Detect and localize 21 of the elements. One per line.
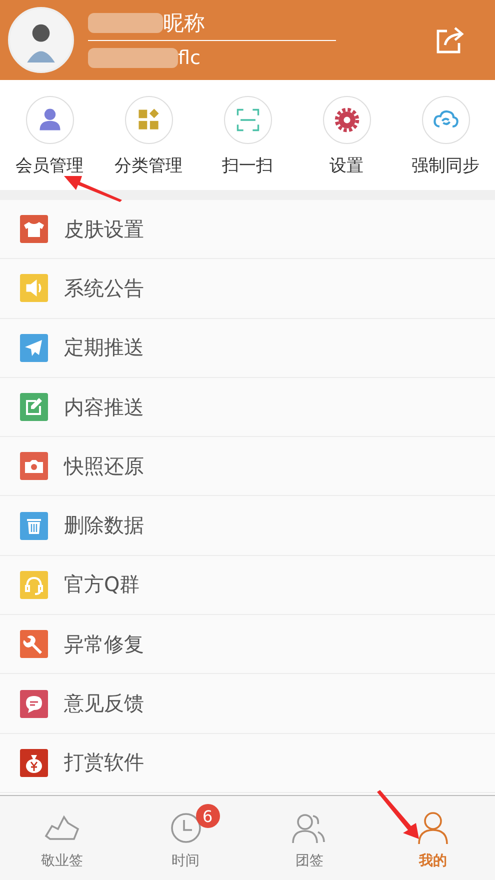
action-button[interactable] — [224, 96, 272, 144]
tab[interactable]: 敬业签 — [0, 796, 124, 880]
tab[interactable]: 6 时间 — [124, 796, 248, 880]
action-label: 会员管理 — [16, 155, 84, 177]
action-label: 分类管理 — [114, 155, 182, 177]
action-label: 强制同步 — [412, 155, 480, 177]
menu-item[interactable]: 定期推送 — [0, 318, 495, 378]
annotation-arrow — [375, 790, 420, 840]
action-button[interactable] — [26, 96, 74, 144]
nickname: 昵称 — [163, 10, 205, 36]
tab[interactable]: 团签 — [248, 796, 372, 880]
action-button[interactable] — [322, 96, 370, 144]
share-icon[interactable] — [435, 25, 465, 55]
notification-badge: 6 — [196, 804, 220, 828]
action-button[interactable] — [124, 96, 172, 144]
menu-item[interactable]: 打赏软件 — [0, 734, 495, 793]
action-label: 设置 — [330, 155, 364, 177]
action-label: 扫一扫 — [222, 155, 273, 177]
account-id: flc — [178, 46, 200, 68]
settings-icon — [332, 106, 360, 134]
action-button[interactable] — [422, 96, 470, 144]
